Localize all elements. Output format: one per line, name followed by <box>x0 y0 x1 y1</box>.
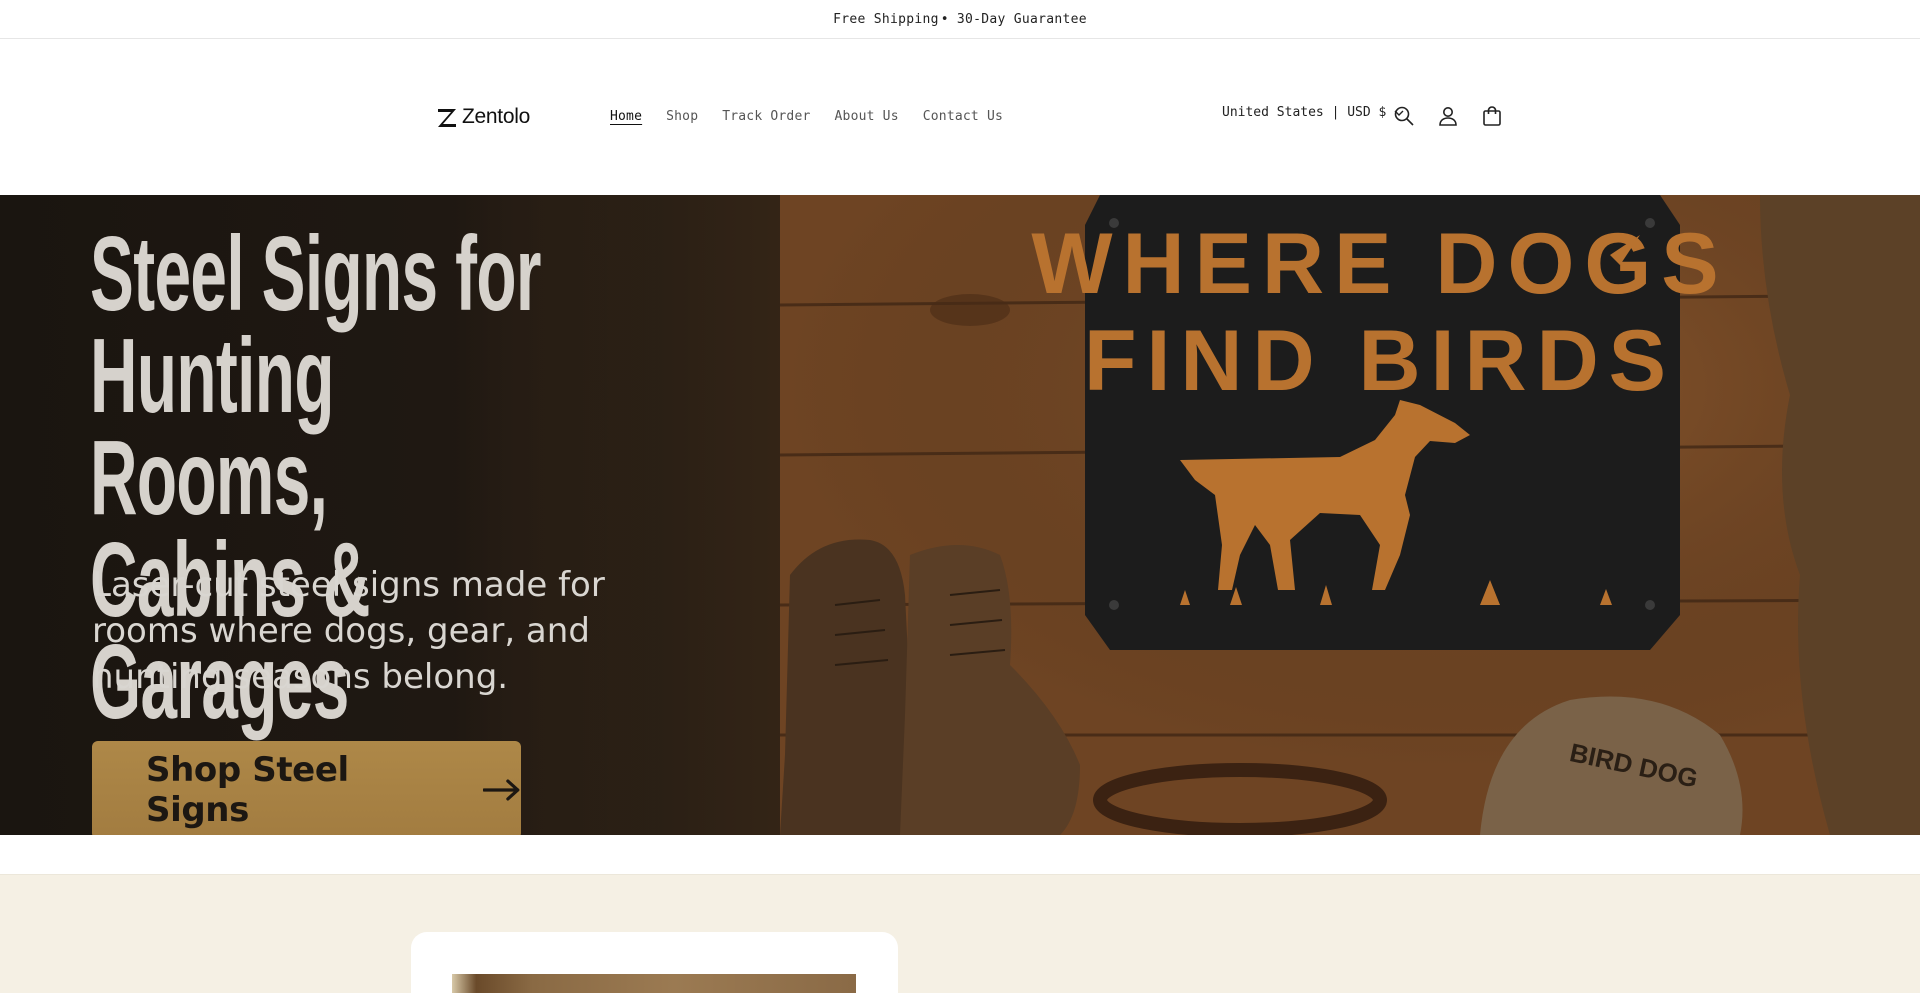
announcement-separator: • <box>940 11 949 27</box>
hero-subtitle: Laser-cut steel signs made for rooms whe… <box>92 565 605 697</box>
site-header: Zentolo Home Shop Track Order About Us C… <box>0 39 1920 195</box>
nav-home[interactable]: Home <box>598 105 654 128</box>
announcement-free-shipping: Free Shipping <box>833 11 939 27</box>
svg-text:FIND BIRDS: FIND BIRDS <box>1084 313 1676 409</box>
nav-about-us[interactable]: About Us <box>823 105 911 128</box>
nav-track-order[interactable]: Track Order <box>710 105 822 128</box>
cart-button[interactable] <box>1478 102 1506 130</box>
locale-label: United States | USD $ <box>1222 105 1387 120</box>
hero-title-line2: Hunting Rooms, <box>90 317 334 537</box>
search-icon <box>1394 106 1414 126</box>
hero-banner: WHERE DOGS FIND BIRDS BIRD DOG Steel Sig… <box>0 195 1920 835</box>
product-card-image <box>452 974 856 993</box>
sign-text: WHERE DOGS FIND BIRDS <box>1031 216 1728 409</box>
logo-mark-icon <box>438 109 456 127</box>
section-spacer <box>0 835 1920 875</box>
account-icon <box>1439 107 1457 126</box>
featured-section <box>0 875 1920 993</box>
account-button[interactable] <box>1434 102 1462 130</box>
search-button[interactable] <box>1390 102 1418 130</box>
main-nav: Home Shop Track Order About Us Contact U… <box>598 105 1015 128</box>
shop-steel-signs-button[interactable]: Shop Steel Signs <box>92 741 521 835</box>
cart-icon <box>1483 106 1501 126</box>
announcement-bar: Free Shipping • 30-Day Guarantee <box>0 0 1920 39</box>
logo[interactable]: Zentolo <box>436 104 530 130</box>
hero-title-line1: Steel Signs for <box>90 215 541 333</box>
locale-selector[interactable]: United States | USD $ <box>1222 105 1404 120</box>
svg-text:WHERE DOGS: WHERE DOGS <box>1031 216 1728 312</box>
announcement-guarantee: 30-Day Guarantee <box>956 11 1087 27</box>
nav-contact-us[interactable]: Contact Us <box>911 105 1015 128</box>
hero-button-label: Shop Steel Signs <box>146 750 349 830</box>
arrow-right-icon <box>483 779 520 801</box>
logo-text: Zentolo <box>462 105 530 128</box>
nav-shop[interactable]: Shop <box>654 105 710 128</box>
